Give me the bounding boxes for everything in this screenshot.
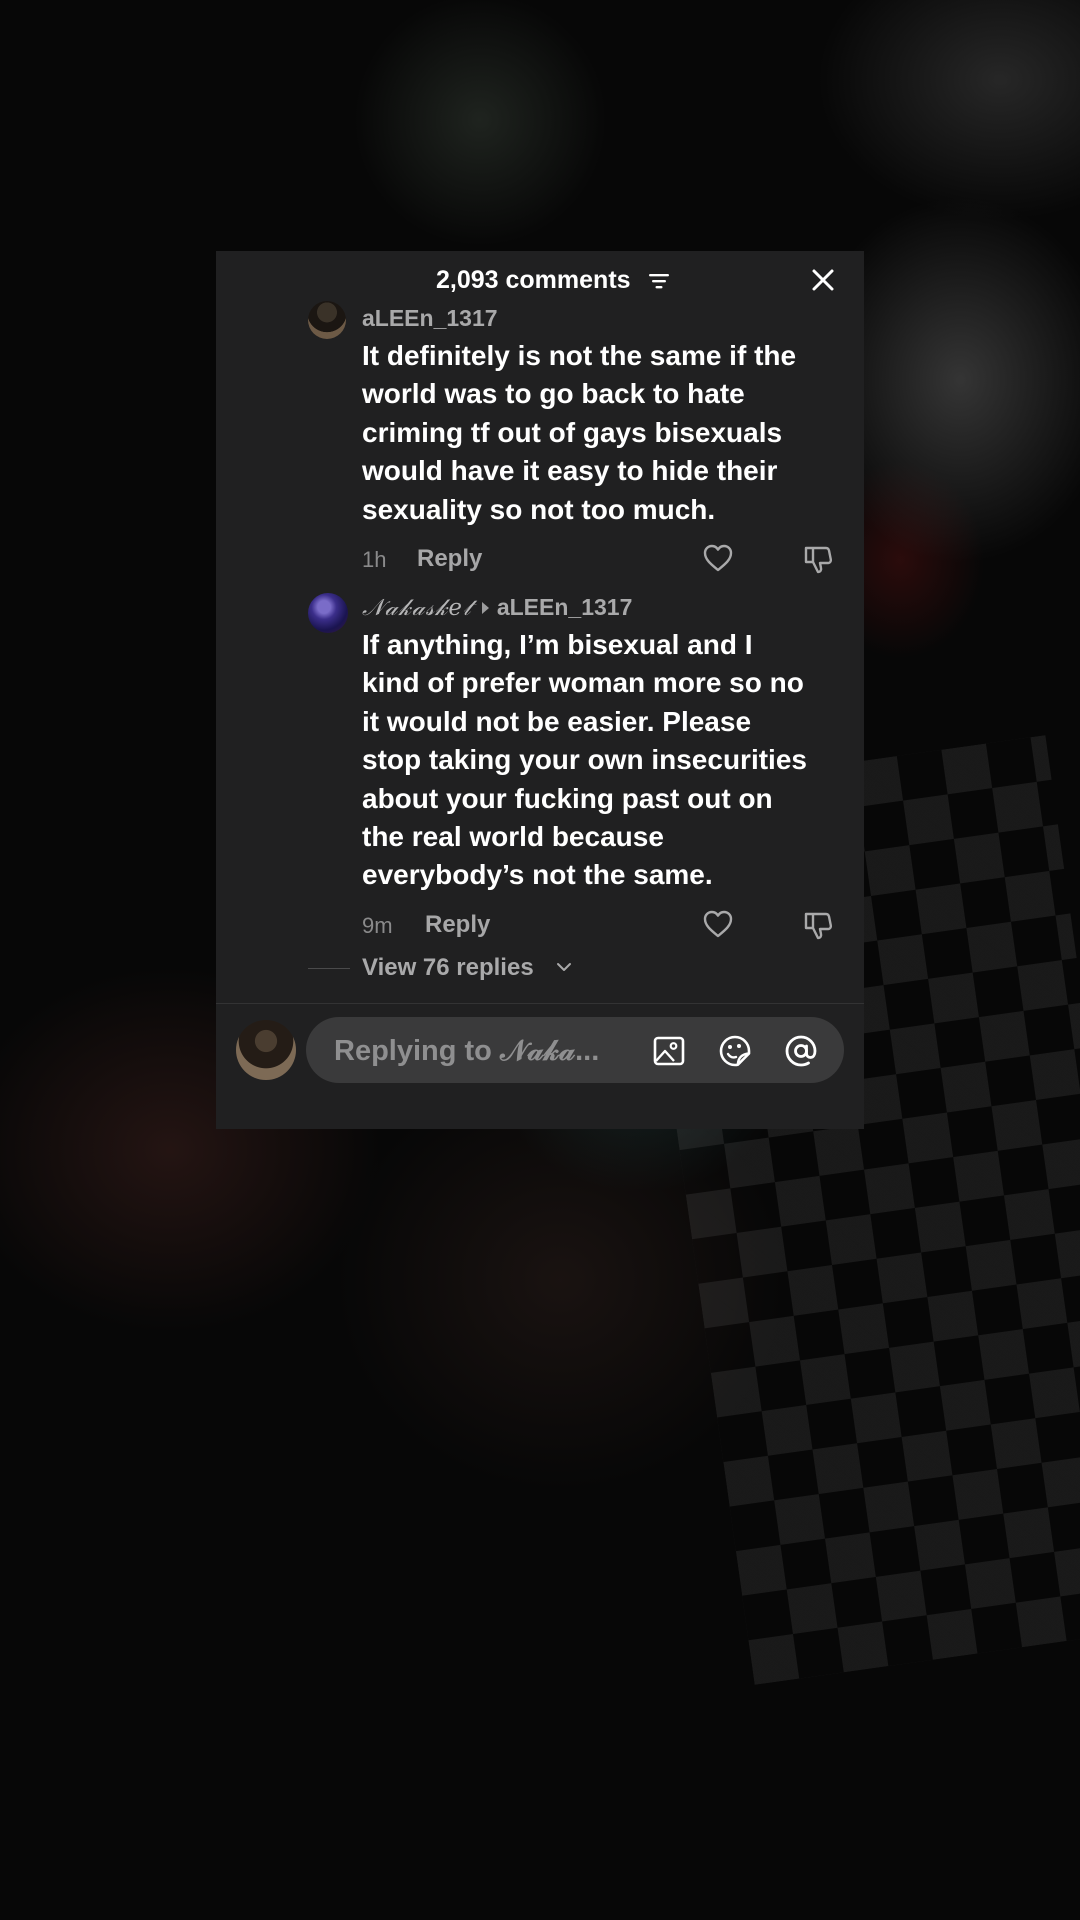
chevron-down-icon (557, 963, 571, 971)
filter-icon[interactable] (648, 271, 670, 291)
sticker-icon[interactable] (718, 1034, 752, 1068)
comment-count-title: 2,093 comments (436, 266, 631, 294)
thumbs-down-icon[interactable] (802, 909, 834, 941)
comment-text-line: about your fucking past out on (362, 782, 773, 814)
thread-line (308, 968, 350, 969)
reply-to-username[interactable]: aLEEn_1317 (497, 594, 633, 620)
comment-text-line: the real world because (362, 821, 664, 853)
comment-username[interactable]: 𝒩𝒶𝓀𝒶𝓈𝓀𝑒𝓉 (362, 595, 472, 621)
avatar[interactable] (308, 301, 346, 339)
comment-text-line: kind of prefer woman more so no (362, 667, 804, 699)
comments-header: 2,093 comments (216, 251, 864, 311)
comment-text-line: would have it easy to hide their (362, 455, 778, 487)
comment-timestamp: 1h (362, 547, 387, 572)
current-user-avatar (236, 1020, 296, 1080)
comment-text-line: stop taking your own insecurities (362, 744, 807, 776)
comment-text-line: it would not be easier. Please (362, 705, 752, 737)
thumbs-down-icon[interactable] (802, 543, 834, 575)
reply-button[interactable]: Reply (425, 911, 490, 939)
heart-icon[interactable] (702, 909, 734, 939)
comment-text-line: world was to go back to hate (362, 378, 745, 410)
comment-text-line: If anything, I’m bisexual and I (362, 629, 753, 660)
at-icon[interactable] (784, 1034, 818, 1068)
comment-username[interactable]: aLEEn_1317 (362, 304, 498, 332)
comments-panel: 2,093 comments aLEEn_1317 It definitely … (216, 251, 864, 1129)
close-icon[interactable] (808, 265, 838, 295)
comment-text: It definitely is not the same if the wor… (362, 337, 852, 529)
reply-input-placeholder: Replying to 𝒩𝒶𝓀𝒶... (334, 1035, 600, 1067)
reply-input[interactable]: Replying to 𝒩𝒶𝓀𝒶... (306, 1017, 844, 1083)
comment-timestamp: 9m (362, 913, 393, 938)
reply-button[interactable]: Reply (417, 545, 482, 573)
comment-username-line: 𝒩𝒶𝓀𝒶𝓈𝓀𝑒𝓉 aLEEn_1317 (362, 593, 632, 622)
comment-text-line: sexuality so not too much. (362, 493, 716, 525)
comment-text-line: criming tf out of gays bisexuals (362, 416, 783, 448)
divider (216, 1003, 864, 1004)
comment-text: If anything, I’m bisexual and I kind of … (362, 626, 852, 895)
heart-icon[interactable] (702, 543, 734, 573)
avatar[interactable] (308, 593, 348, 633)
view-replies-label: View 76 replies (362, 954, 534, 981)
image-icon[interactable] (652, 1034, 686, 1068)
comment-text-line: everybody’s not the same. (362, 859, 713, 891)
comment-text-line: It definitely is not the same if the (362, 340, 797, 371)
reply-to-arrow-icon (481, 601, 489, 614)
comment-actions: 9m Reply (362, 909, 852, 943)
view-replies-button[interactable]: View 76 replies (308, 951, 608, 985)
comment-actions: 1h Reply (362, 543, 852, 577)
